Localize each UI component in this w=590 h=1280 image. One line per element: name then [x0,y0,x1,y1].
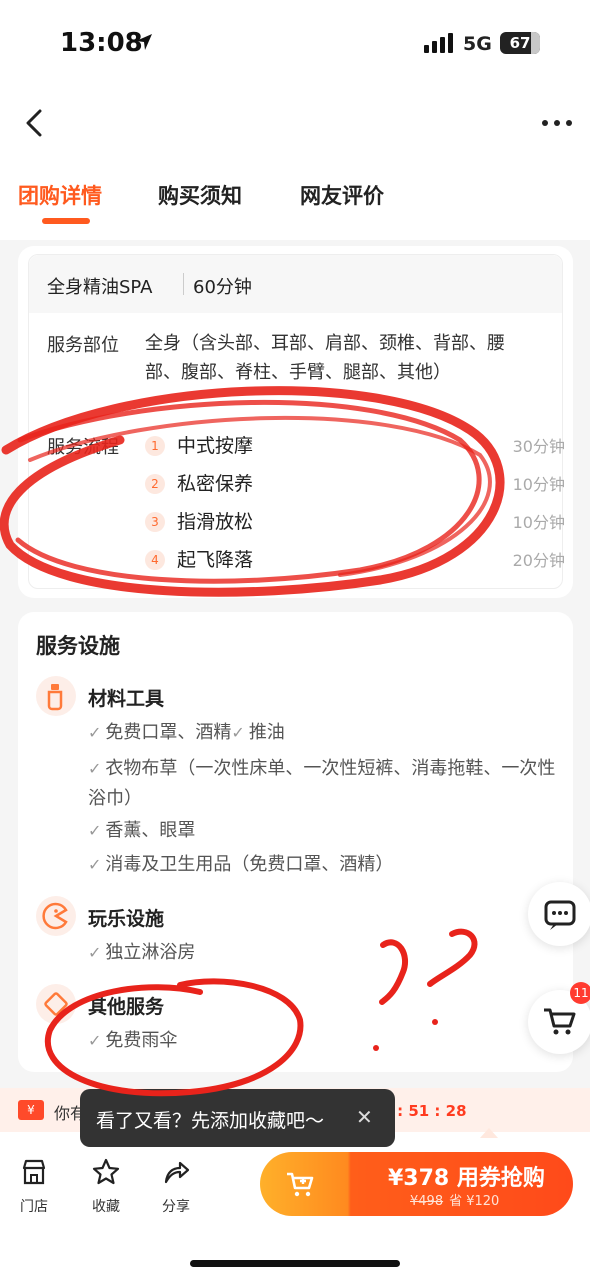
facility-group-title: 玩乐设施 [88,908,165,930]
step-number: 2 [145,474,165,494]
active-tab-indicator [42,218,90,224]
check-icon: ✓ [88,1031,102,1050]
buy-savings: ¥498 省 ¥120 [410,1194,500,1209]
step-time: 10分钟 [512,513,565,532]
battery-icon: 67 [500,32,540,54]
step-time: 30分钟 [512,437,565,456]
process-label: 服务流程 [47,437,119,458]
toast-text: 看了又看？先添加收藏吧～ [96,1110,325,1132]
facilities-card: 服务设施 材料工具 ✓ 免费口罩、酒精✓ 推油 ✓ 衣物布草（一次性床单、一次性短裤、… [18,612,573,1072]
network-type: 5G [463,33,492,55]
step-name: 私密保养 [177,473,254,495]
process-step: 2 私密保养 10分钟 [145,469,565,499]
top-nav: 团购详情 购买须知 网友评价 [0,90,590,240]
process-step: 1 中式按摩 30分钟 [145,431,565,461]
tab-reviews[interactable]: 网友评价 [300,180,384,210]
more-icon[interactable] [540,118,574,128]
step-name: 指滑放松 [177,511,254,533]
package-card: 全身精油SPA 60分钟 服务部位 全身（含头部、耳部、肩部、颈椎、背部、腰部、… [18,246,573,598]
star-icon [92,1158,120,1185]
share-label: 分享 [162,1199,190,1215]
step-time: 20分钟 [512,551,565,570]
home-indicator [190,1260,400,1267]
facility-item: ✓ 免费口罩、酒精✓ 推油 [88,722,285,743]
facility-item: ✓ 消毒及卫生用品（免费口罩、酒精） [88,854,394,875]
close-icon[interactable]: ✕ [356,1105,373,1129]
chat-icon [544,900,576,930]
facility-item: ✓ 独立淋浴房 [88,942,196,963]
parts-label: 服务部位 [47,335,119,356]
back-arrow-icon[interactable] [22,108,46,138]
location-arrow-icon [136,34,152,50]
buy-price: ¥378 用券抢购 [388,1166,545,1191]
status-bar: 13:08 5G 67 [0,0,590,90]
gift-icon [36,984,76,1024]
step-number: 4 [145,550,165,570]
step-name: 中式按摩 [177,435,254,457]
check-icon: ✓ [88,759,102,778]
process-step: 4 起飞降落 20分钟 [145,545,565,575]
check-icon: ✓ [88,723,102,742]
cart-badge: 11 [570,982,590,1004]
tooltip-tail [480,1128,498,1138]
facility-item: ✓ 衣物布草（一次性床单、一次性短裤、消毒拖鞋、一次性浴巾） [88,758,556,809]
facility-item: ✓ 香薰、眼罩 [88,820,196,841]
tab-group-details[interactable]: 团购详情 [18,180,102,210]
check-icon: ✓ [231,723,245,742]
favorite-label: 收藏 [92,1199,120,1215]
step-time: 10分钟 [512,475,565,494]
favorite-button[interactable]: 收藏 [76,1158,136,1218]
battery-level: 67 [509,34,531,52]
store-icon [22,1159,46,1185]
facilities-title: 服务设施 [36,634,120,658]
check-icon: ✓ [88,855,102,874]
buy-button[interactable]: ¥378 用券抢购 ¥498 省 ¥120 [260,1152,573,1216]
divider [183,273,184,295]
tab-purchase-notes[interactable]: 购买须知 [158,180,242,210]
process-step: 3 指滑放松 10分钟 [145,507,565,537]
share-button[interactable]: 分享 [146,1158,206,1218]
package-header: 全身精油SPA 60分钟 [29,255,562,313]
store-button[interactable]: 门店 [4,1158,64,1218]
status-time: 13:08 [60,28,143,58]
step-number: 3 [145,512,165,532]
share-icon [164,1161,190,1184]
signal-icon [424,33,453,53]
check-icon: ✓ [88,821,102,840]
facility-group-title: 材料工具 [88,688,165,710]
step-name: 起飞降落 [177,549,254,571]
check-icon: ✓ [88,943,102,962]
coupon-icon: ¥ [18,1100,44,1120]
pacman-icon [36,896,76,936]
step-number: 1 [145,436,165,456]
parts-value: 全身（含头部、耳部、肩部、颈椎、背部、腰部、腹部、脊柱、手臂、腿部、其他） [145,333,505,383]
facility-item: ✓ 免费雨伞 [88,1030,178,1051]
bottom-bar: 门店 收藏 分享 ¥378 用券抢购 ¥498 省 ¥120 [0,1132,590,1280]
add-cart-icon [287,1172,314,1197]
store-label: 门店 [20,1199,48,1215]
favorite-toast: 看了又看？先添加收藏吧～ ✕ [80,1089,395,1147]
package-name: 全身精油SPA [47,277,153,298]
package-detail: 全身精油SPA 60分钟 服务部位 全身（含头部、耳部、肩部、颈椎、背部、腰部、… [28,254,565,589]
package-duration: 60分钟 [193,277,252,298]
bottle-icon [36,676,76,716]
facility-group-title: 其他服务 [88,996,165,1018]
customer-service-button[interactable] [528,882,590,946]
